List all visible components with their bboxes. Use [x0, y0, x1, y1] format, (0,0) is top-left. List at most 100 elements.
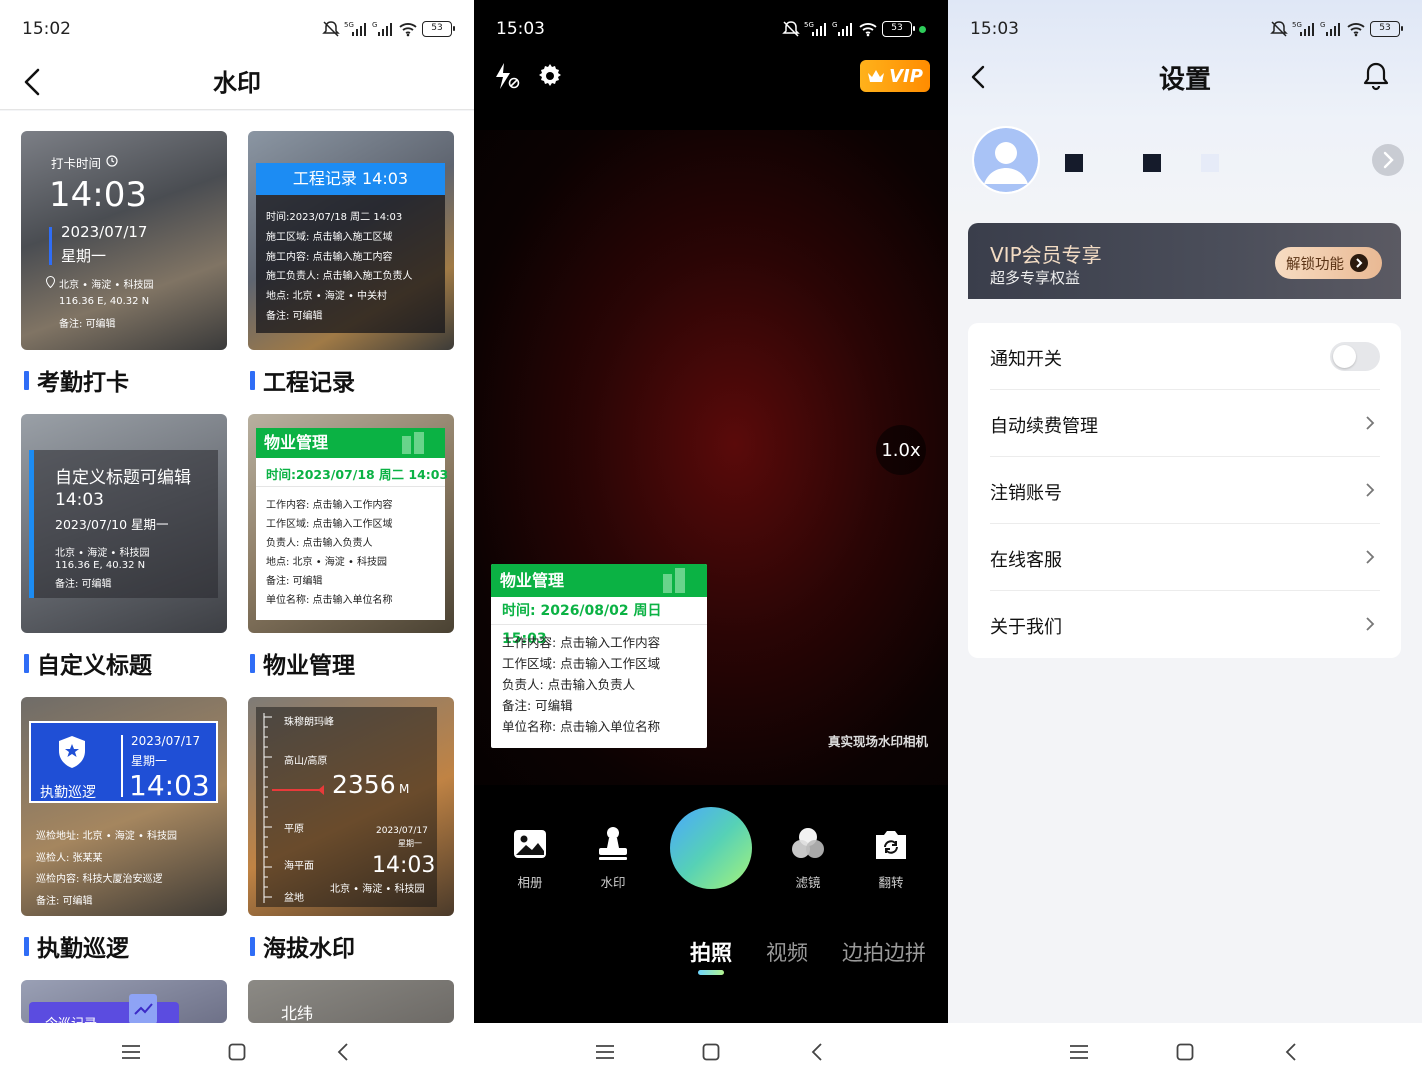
menu-icon[interactable]	[593, 1040, 617, 1064]
card-caption-engineering[interactable]: 工程记录	[250, 363, 355, 397]
property-line: 备注: 可编辑	[266, 576, 323, 587]
wifi-icon	[399, 23, 417, 37]
tab-video[interactable]: 视频	[766, 937, 808, 967]
watermark-card-engineering[interactable]: 工程记录 14:03 时间:2023/07/18 周二 14:03 施工区域: …	[248, 131, 454, 350]
watermark-card-partial[interactable]: 今巡记录	[21, 980, 227, 1023]
vip-banner[interactable]: VIP会员专享 超多专享权益 解锁功能	[968, 223, 1401, 299]
menu-icon[interactable]	[1067, 1040, 1091, 1064]
setting-row-about[interactable]: 关于我们	[990, 591, 1380, 658]
home-icon[interactable]	[699, 1040, 723, 1064]
record-line: 备注: 可编辑	[266, 311, 323, 322]
home-icon[interactable]	[225, 1040, 249, 1064]
page-title: 设置	[1158, 65, 1211, 95]
vip-button[interactable]: VIP	[860, 60, 930, 92]
filter-label: 滤镜	[795, 875, 821, 890]
partial-head: 今巡记录	[45, 1013, 97, 1023]
settings-gear-icon[interactable]	[537, 63, 563, 89]
filter-button[interactable]: 滤镜	[778, 805, 838, 891]
signal-icon: G	[1320, 21, 1340, 36]
patrol-line: 巡检地址: 北京 • 海淀 • 科技园	[36, 831, 178, 842]
tab-stitch[interactable]: 边拍边拼	[842, 937, 926, 967]
watermark-card-attendance[interactable]: 打卡时间 14:03 2023/07/17 星期一 北京 • 海淀 • 科技园 …	[21, 131, 227, 350]
patrol-badge-text: 执勤巡逻	[40, 785, 96, 801]
svg-text:G: G	[372, 21, 377, 29]
clock-date: 2023/07/17	[61, 223, 148, 241]
mute-icon	[1270, 21, 1288, 37]
altitude-level: 高山/高原	[284, 756, 328, 767]
watermark-head: 物业管理	[491, 564, 707, 597]
setting-label: 在线客服	[990, 550, 1062, 571]
status-icons: 5G G 53	[322, 18, 455, 40]
flash-off-icon[interactable]	[492, 61, 520, 91]
custom-head: 自定义标题可编辑	[55, 468, 191, 488]
building-icon	[402, 432, 424, 454]
album-button[interactable]: 相册	[500, 805, 560, 891]
back-icon[interactable]	[331, 1040, 355, 1064]
unlock-button[interactable]: 解锁功能	[1275, 247, 1382, 279]
flip-label: 翻转	[878, 875, 904, 890]
svg-text:G: G	[832, 21, 837, 29]
home-icon[interactable]	[1173, 1040, 1197, 1064]
watermark-card-altitude[interactable]: 珠穆朗玛峰 高山/高原 2356 M 平原 2023/07/17 星期一 海平面…	[248, 697, 454, 916]
signal-5g-icon: 5G	[344, 21, 366, 36]
profile-arrow-button[interactable]	[1372, 144, 1404, 176]
tab-photo[interactable]: 拍照	[690, 937, 732, 967]
patrol-line: 备注: 可编辑	[36, 896, 93, 907]
crown-icon	[868, 70, 885, 82]
active-tab-indicator	[698, 970, 724, 975]
mute-icon	[782, 21, 800, 37]
watermark-overlay[interactable]: 物业管理 时间: 2026/08/02 周日 15:03 工作内容: 点击输入工…	[491, 564, 707, 748]
status-time: 15:03	[496, 19, 545, 39]
setting-row-delete-account[interactable]: 注销账号	[990, 457, 1380, 524]
back-icon[interactable]	[805, 1040, 829, 1064]
record-line: 施工区域: 点击输入施工区域	[266, 232, 393, 243]
accent-bar	[29, 450, 34, 598]
chevron-right-icon	[1366, 617, 1375, 631]
card-caption-custom[interactable]: 自定义标题	[24, 646, 152, 680]
property-line: 单位名称: 点击输入单位名称	[266, 595, 393, 606]
custom-date: 2023/07/10 星期一	[55, 517, 169, 532]
battery-icon: 53	[1370, 21, 1403, 37]
back-icon[interactable]	[1279, 1040, 1303, 1064]
status-bar: 15:03 5G G 53	[948, 0, 1422, 58]
watermark-line: 单位名称: 点击输入单位名称	[502, 719, 661, 734]
notify-toggle[interactable]	[1330, 342, 1380, 371]
watermark-card-patrol[interactable]: 执勤巡逻 2023/07/17 星期一 14:03 巡检地址: 北京 • 海淀 …	[21, 697, 227, 916]
card-caption-property[interactable]: 物业管理	[250, 646, 355, 680]
zoom-button[interactable]: 1.0x	[876, 425, 926, 475]
property-line: 负责人: 点击输入负责人	[266, 538, 373, 549]
watermark-card-property[interactable]: 物业管理 时间:2023/07/18 周二 14:03 工作内容: 点击输入工作…	[248, 414, 454, 633]
album-label: 相册	[517, 875, 543, 890]
patrol-line: 巡检内容: 科技大厦治安巡逻	[36, 874, 163, 885]
watermark-card-partial[interactable]: 北纬	[248, 980, 454, 1023]
avatar[interactable]	[972, 126, 1040, 194]
flip-camera-icon	[876, 831, 906, 859]
setting-row-renew[interactable]: 自动续费管理	[990, 390, 1380, 457]
divider	[256, 486, 445, 487]
setting-row-service[interactable]: 在线客服	[990, 524, 1380, 591]
wifi-icon	[1347, 23, 1365, 37]
shutter-button[interactable]	[670, 807, 752, 889]
card-caption-attendance[interactable]: 考勤打卡	[24, 363, 129, 397]
watermark-grid: 打卡时间 14:03 2023/07/17 星期一 北京 • 海淀 • 科技园 …	[0, 111, 474, 1023]
patrol-time: 14:03	[129, 769, 210, 802]
card-caption-altitude[interactable]: 海拔水印	[250, 929, 355, 963]
username-mosaic	[1143, 154, 1161, 172]
watermark-line: 负责人: 点击输入负责人	[502, 677, 636, 692]
card-caption-patrol[interactable]: 执勤巡逻	[24, 929, 129, 963]
menu-icon[interactable]	[119, 1040, 143, 1064]
watermark-line: 工作区域: 点击输入工作区域	[502, 656, 661, 671]
location-pin-icon	[46, 276, 55, 288]
altitude-weekday: 星期一	[398, 839, 422, 848]
status-bar: 15:03 5G G 53	[474, 0, 948, 58]
bell-icon[interactable]	[1362, 61, 1390, 91]
custom-time: 14:03	[55, 490, 104, 510]
flip-button[interactable]: 翻转	[861, 805, 921, 891]
chevron-right-icon	[1366, 483, 1375, 497]
clock-time: 14:03	[49, 175, 147, 215]
watermark-card-custom[interactable]: 自定义标题可编辑 14:03 2023/07/10 星期一 北京 • 海淀 • …	[21, 414, 227, 633]
divider	[121, 735, 123, 797]
status-time: 15:02	[22, 19, 71, 39]
property-line: 工作内容: 点击输入工作内容	[266, 500, 393, 511]
watermark-button[interactable]: 水印	[583, 805, 643, 891]
